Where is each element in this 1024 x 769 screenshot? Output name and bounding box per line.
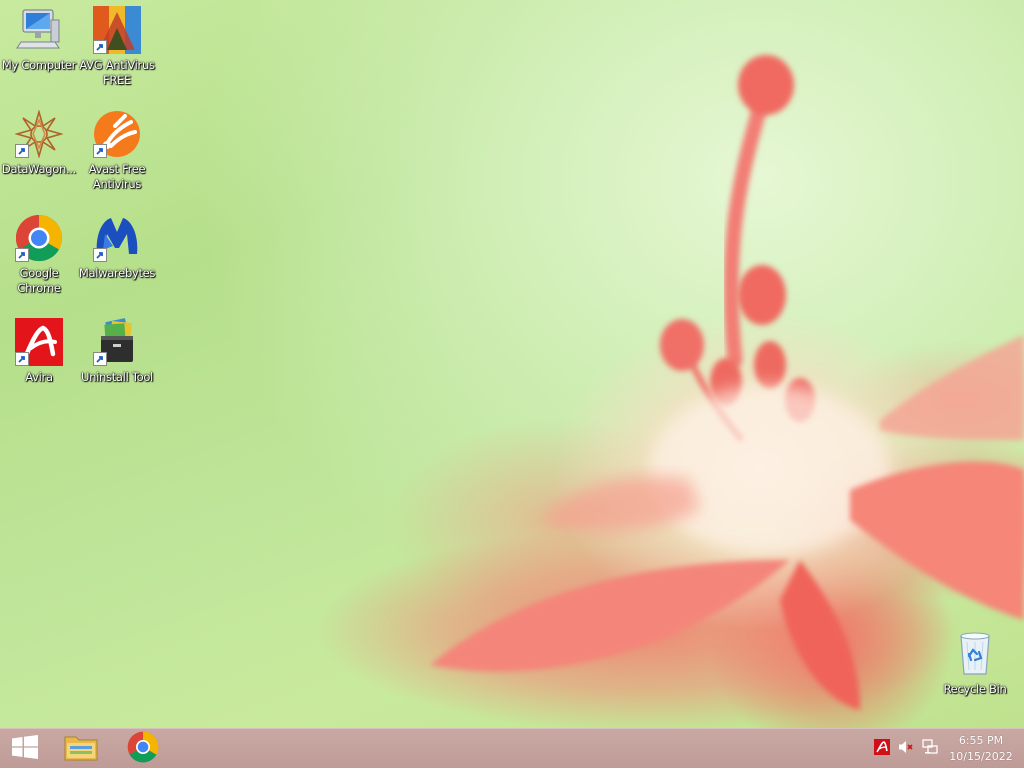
clock-time: 6:55 PM xyxy=(958,734,1004,747)
desktop-icon-label: DataWagon... xyxy=(1,162,77,176)
computer-icon xyxy=(15,6,63,54)
desktop-icon-my-computer[interactable]: My Computer xyxy=(0,6,78,73)
recycle-bin-label: Recycle Bin xyxy=(943,682,1007,696)
desktop-icon-datawagon[interactable]: DataWagon... xyxy=(0,109,78,177)
recycle-bin-icon xyxy=(951,630,999,678)
desktop-icon-recycle-bin[interactable]: Recycle Bin xyxy=(936,630,1014,697)
clock-date: 10/15/2022 xyxy=(949,750,1013,763)
taskbar: 6:55 PM 10/15/2022 xyxy=(0,728,1024,768)
shortcut-arrow-icon xyxy=(93,40,107,54)
taskbar-file-explorer[interactable] xyxy=(56,729,106,769)
tray-avira[interactable] xyxy=(872,729,892,769)
desktop-background[interactable]: My Computer AVG AntiVirus FREE DataWagon… xyxy=(0,0,1024,728)
chrome-icon xyxy=(127,731,159,767)
desktop-icon-avira[interactable]: Avira xyxy=(0,318,78,385)
desktop-icon-label: Malwarebytes xyxy=(78,266,156,280)
avira-icon xyxy=(874,739,890,759)
desktop-icon-uninstall-tool[interactable]: Uninstall Tool xyxy=(78,318,156,385)
taskbar-google-chrome[interactable] xyxy=(118,729,168,769)
desktop-icon-malwarebytes[interactable]: Malwarebytes xyxy=(78,214,156,281)
desktop-icon-google-chrome[interactable]: Google Chrome xyxy=(0,214,78,296)
desktop-icon-label: My Computer xyxy=(1,58,77,72)
avira-icon xyxy=(15,318,63,366)
shortcut-arrow-icon xyxy=(15,248,29,262)
start-button[interactable] xyxy=(0,729,50,769)
uninstall-tool-icon xyxy=(93,318,141,366)
shortcut-arrow-icon xyxy=(15,144,29,158)
desktop-icon-label: Uninstall Tool xyxy=(81,370,153,384)
desktop-icon-label: Avira xyxy=(25,370,53,384)
shortcut-arrow-icon xyxy=(15,352,29,366)
network-icon xyxy=(922,739,938,759)
malwarebytes-icon xyxy=(93,214,141,262)
datawagon-icon xyxy=(14,109,64,159)
tray-volume[interactable] xyxy=(896,729,916,769)
desktop-icon-avast[interactable]: Avast Free Antivirus xyxy=(78,110,156,192)
windows-logo-icon xyxy=(12,735,38,763)
shortcut-arrow-icon xyxy=(93,352,107,366)
speaker-muted-icon xyxy=(898,739,914,759)
shortcut-arrow-icon xyxy=(93,144,107,158)
shortcut-arrow-icon xyxy=(93,248,107,262)
avast-icon xyxy=(93,110,141,158)
desktop-icon-label: AVG AntiVirus FREE xyxy=(79,58,155,87)
taskbar-clock[interactable]: 6:55 PM 10/15/2022 xyxy=(946,733,1016,765)
folder-icon xyxy=(64,732,98,766)
tray-network[interactable] xyxy=(920,729,940,769)
desktop-icon-label: Google Chrome xyxy=(17,266,61,295)
desktop-icon-label: Avast Free Antivirus xyxy=(88,162,146,191)
desktop-icon-avg[interactable]: AVG AntiVirus FREE xyxy=(78,6,156,88)
chrome-icon xyxy=(15,214,63,262)
avg-icon xyxy=(93,6,141,54)
